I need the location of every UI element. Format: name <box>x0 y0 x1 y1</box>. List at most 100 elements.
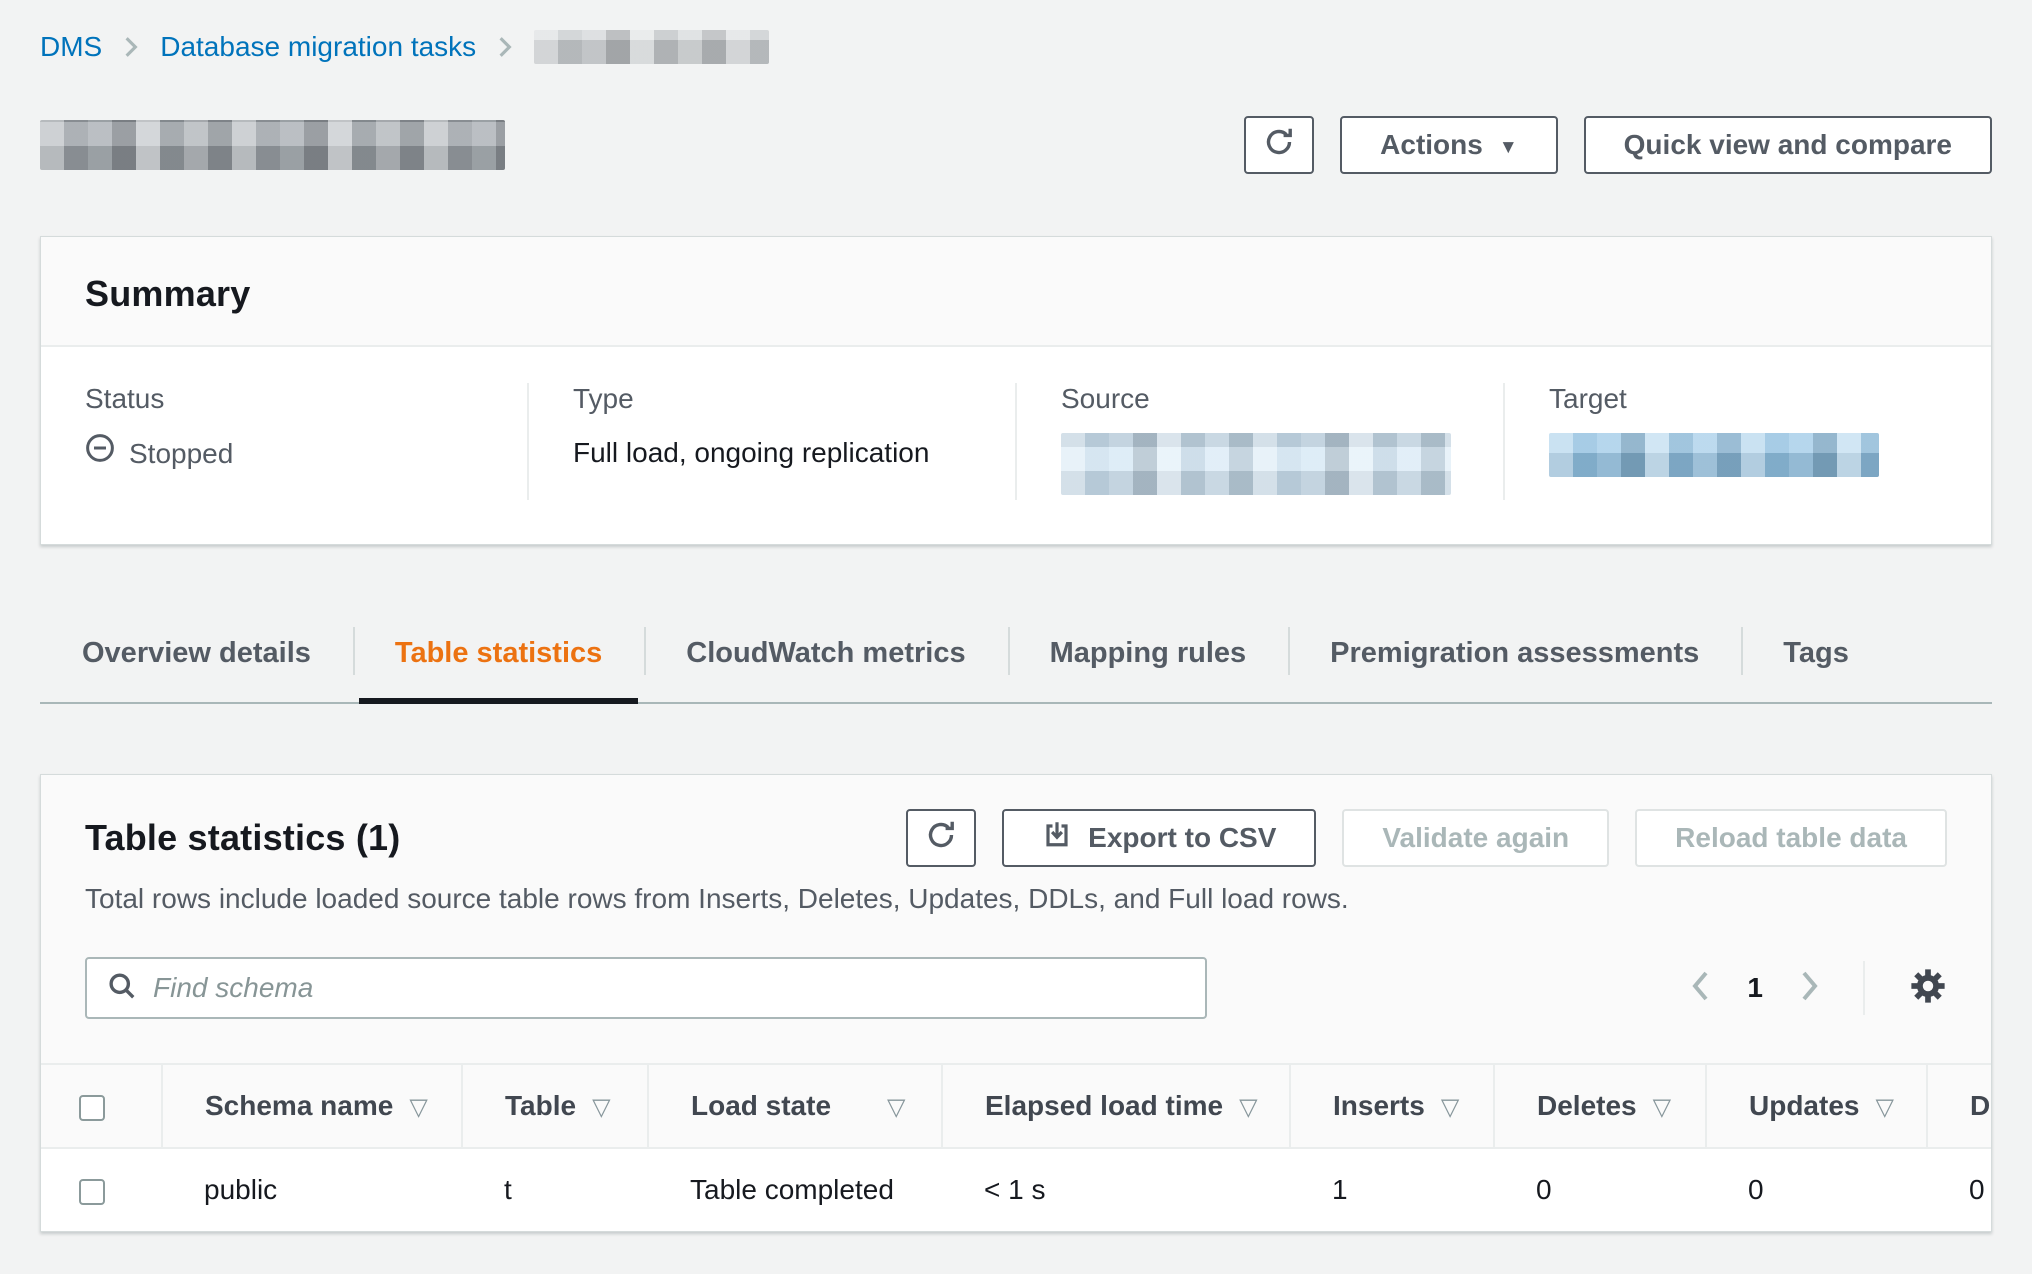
row-checkbox[interactable] <box>79 1179 105 1205</box>
reload-table-data-button[interactable]: Reload table data <box>1635 809 1947 867</box>
table-statistics-table: Schema name ▽ Table ▽ Load state▽ Elapsed … <box>41 1065 1991 1231</box>
tab-overview-details[interactable]: Overview details <box>40 619 353 702</box>
refresh-button[interactable] <box>1244 116 1314 174</box>
cell-table: t <box>462 1148 648 1231</box>
tab-cloudwatch-metrics[interactable]: CloudWatch metrics <box>644 619 1007 702</box>
sort-icon[interactable]: ▽ <box>592 1093 610 1121</box>
table-row: public t Table completed < 1 s 1 0 0 0 <box>41 1148 1991 1231</box>
cell-updates: 0 <box>1706 1148 1927 1231</box>
column-label: Updates <box>1749 1090 1859 1121</box>
tab-premigration-assessments[interactable]: Premigration assessments <box>1288 619 1741 702</box>
column-label: Elapsed load time <box>985 1090 1223 1121</box>
export-to-csv-button[interactable]: Export to CSV <box>1002 809 1316 867</box>
table-statistics-actions: Export to CSV Validate again Reload tabl… <box>906 809 1947 867</box>
cell-inserts: 1 <box>1290 1148 1494 1231</box>
current-page-number: 1 <box>1747 972 1763 1004</box>
target-value-redacted[interactable] <box>1549 433 1879 477</box>
quick-view-and-compare-button[interactable]: Quick view and compare <box>1584 116 1992 174</box>
summary-type-column: Type Full load, ongoing replication <box>527 383 1015 500</box>
chevron-right-icon <box>1799 970 1819 1007</box>
sort-icon[interactable]: ▽ <box>409 1093 427 1121</box>
breadcrumb-link-dms[interactable]: DMS <box>40 31 102 63</box>
actions-button[interactable]: Actions ▼ <box>1340 116 1558 174</box>
status-label: Status <box>85 383 483 415</box>
table-statistics-card: Table statistics (1) <box>40 774 1992 1232</box>
export-button-label: Export to CSV <box>1088 822 1276 854</box>
tab-tags[interactable]: Tags <box>1741 619 1891 702</box>
pagination: 1 <box>1691 961 1947 1015</box>
type-value: Full load, ongoing replication <box>573 433 971 473</box>
previous-page-button[interactable] <box>1691 970 1711 1007</box>
pagination-divider <box>1863 961 1865 1015</box>
sort-icon[interactable]: ▽ <box>1875 1093 1893 1121</box>
chevron-right-icon <box>498 36 512 58</box>
actions-button-label: Actions <box>1380 129 1483 161</box>
column-header-schema-name[interactable]: Schema name ▽ <box>162 1065 462 1148</box>
column-header-table[interactable]: Table ▽ <box>462 1065 648 1148</box>
summary-body: Status Stopped Type Full load, ongoing r… <box>41 347 1991 544</box>
status-value: Stopped <box>85 433 483 474</box>
sort-icon[interactable]: ▽ <box>1441 1093 1459 1121</box>
table-header-row: Schema name ▽ Table ▽ Load state▽ Elapsed … <box>41 1065 1991 1148</box>
cell-ddls: 0 <box>1927 1148 1991 1231</box>
status-text: Stopped <box>129 434 233 474</box>
validate-again-button[interactable]: Validate again <box>1342 809 1609 867</box>
column-header-ddls[interactable]: D <box>1927 1065 1991 1148</box>
summary-source-column: Source <box>1015 383 1503 500</box>
reload-button-label: Reload table data <box>1675 822 1907 854</box>
caret-down-icon: ▼ <box>1499 138 1518 157</box>
column-header-deletes[interactable]: Deletes ▽ <box>1494 1065 1706 1148</box>
breadcrumb-link-tasks[interactable]: Database migration tasks <box>160 31 476 63</box>
summary-status-column: Status Stopped <box>41 383 527 500</box>
stopped-status-icon <box>85 433 115 474</box>
next-page-button[interactable] <box>1799 970 1819 1007</box>
summary-card-header: Summary <box>41 237 1991 347</box>
column-label: Schema name <box>205 1090 393 1121</box>
cell-schema-name: public <box>162 1148 462 1231</box>
sort-icon[interactable]: ▽ <box>1239 1093 1257 1121</box>
select-all-checkbox[interactable] <box>79 1095 105 1121</box>
column-label: Deletes <box>1537 1090 1637 1121</box>
cell-elapsed-load-time: < 1 s <box>942 1148 1290 1231</box>
summary-target-column: Target <box>1503 383 1991 500</box>
search-icon <box>107 971 137 1006</box>
find-schema-input[interactable] <box>153 972 1185 1004</box>
target-label: Target <box>1549 383 1947 415</box>
type-label: Type <box>573 383 971 415</box>
quick-view-button-label: Quick view and compare <box>1624 129 1952 161</box>
gear-icon <box>1909 967 1947 1010</box>
page-header: Actions ▼ Quick view and compare <box>40 114 1992 176</box>
header-actions: Actions ▼ Quick view and compare <box>1244 116 1992 174</box>
source-label: Source <box>1061 383 1459 415</box>
tab-table-statistics[interactable]: Table statistics <box>353 619 644 702</box>
cell-deletes: 0 <box>1494 1148 1706 1231</box>
download-icon <box>1042 820 1072 857</box>
table-refresh-button[interactable] <box>906 809 976 867</box>
summary-card: Summary Status Stopped Type Full load, o… <box>40 236 1992 545</box>
table-statistics-title: Table statistics (1) <box>85 817 400 859</box>
table-statistics-header: Table statistics (1) <box>41 775 1991 1065</box>
sort-icon[interactable]: ▽ <box>1653 1093 1671 1121</box>
table-settings-button[interactable] <box>1909 967 1947 1010</box>
source-value-redacted[interactable] <box>1061 433 1451 495</box>
table-statistics-description: Total rows include loaded source table r… <box>85 883 1947 915</box>
refresh-icon <box>1263 126 1295 165</box>
chevron-left-icon <box>1691 970 1711 1007</box>
tab-mapping-rules[interactable]: Mapping rules <box>1008 619 1289 702</box>
breadcrumb-redacted-task-name <box>534 30 769 64</box>
column-header-elapsed-load-time[interactable]: Elapsed load time ▽ <box>942 1065 1290 1148</box>
dms-task-page: DMS Database migration tasks Actions <box>0 0 2032 1274</box>
cell-load-state: Table completed <box>648 1148 942 1231</box>
refresh-icon <box>925 819 957 858</box>
column-header-inserts[interactable]: Inserts ▽ <box>1290 1065 1494 1148</box>
column-header-updates[interactable]: Updates ▽ <box>1706 1065 1927 1148</box>
sort-icon[interactable]: ▽ <box>887 1093 905 1121</box>
validate-button-label: Validate again <box>1382 822 1569 854</box>
task-detail-tabs: Overview details Table statistics CloudW… <box>40 619 1992 704</box>
summary-title: Summary <box>85 273 1947 315</box>
column-label: Inserts <box>1333 1090 1425 1121</box>
column-label: Table <box>505 1090 576 1121</box>
column-header-load-state[interactable]: Load state▽ <box>648 1065 942 1148</box>
schema-search-box <box>85 957 1207 1019</box>
page-title-redacted <box>40 120 505 170</box>
